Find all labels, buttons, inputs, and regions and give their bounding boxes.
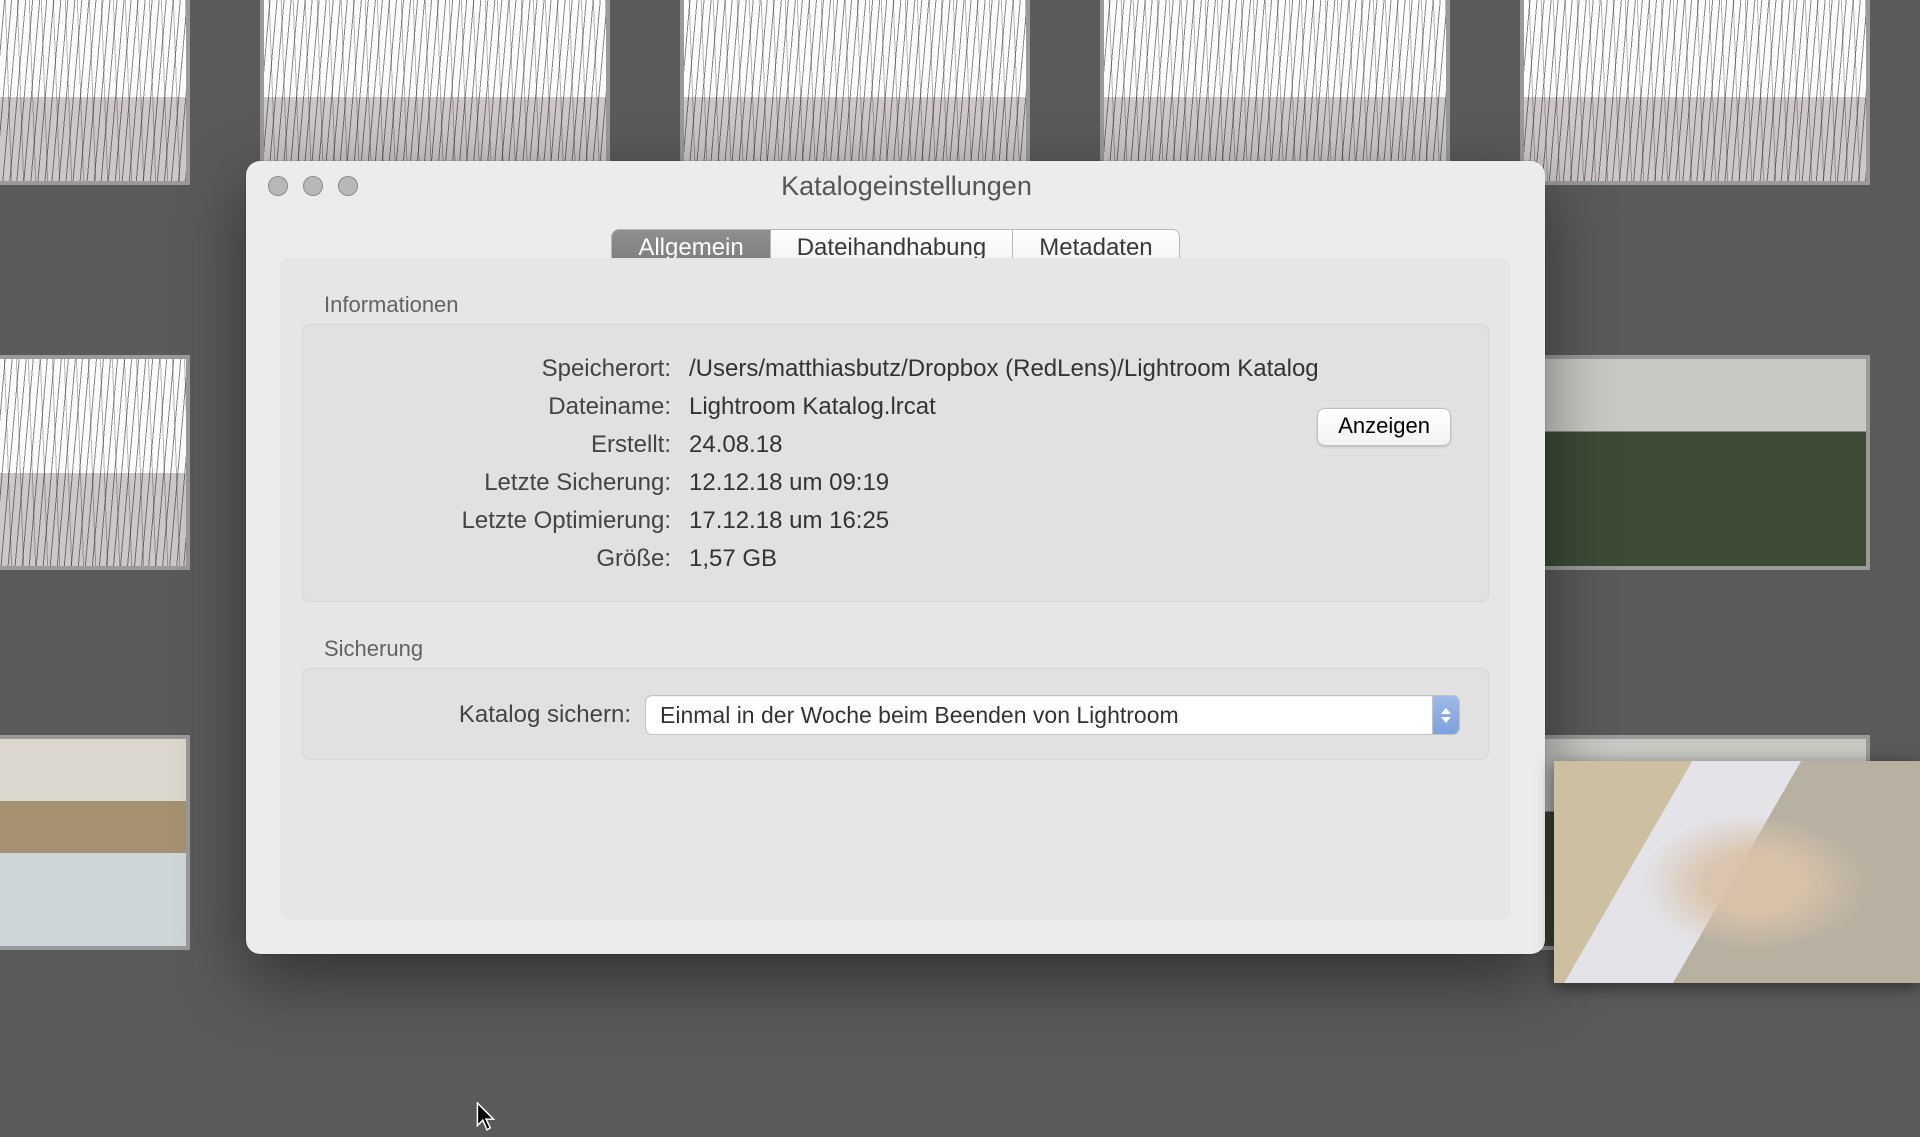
chevron-up-down-icon[interactable] [1432, 696, 1459, 734]
backup-frequency-value: Einmal in der Woche beim Beenden von Lig… [660, 702, 1432, 729]
size-value: 1,57 GB [689, 545, 777, 573]
last-optimize-value: 17.12.18 um 16:25 [689, 507, 889, 535]
settings-panel: Informationen Speicherort: /Users/matthi… [280, 258, 1511, 920]
backup-frequency-select[interactable]: Einmal in der Woche beim Beenden von Lig… [645, 695, 1460, 735]
last-optimize-label: Letzte Optimierung: [331, 507, 671, 535]
size-label: Größe: [331, 545, 671, 573]
show-button[interactable]: Anzeigen [1317, 408, 1451, 446]
thumbnail[interactable] [680, 0, 1030, 185]
thumbnail[interactable] [1520, 0, 1870, 185]
thumbnail[interactable] [1520, 355, 1870, 570]
filename-value: Lightroom Katalog.lrcat [689, 393, 936, 421]
webcam-overlay [1554, 761, 1920, 983]
location-value: /Users/matthiasbutz/Dropbox (RedLens)/Li… [689, 355, 1319, 383]
filename-label: Dateiname: [331, 393, 671, 421]
location-label: Speicherort: [331, 355, 671, 383]
section-title-backup: Sicherung [324, 636, 1489, 662]
thumbnail[interactable] [1100, 0, 1450, 185]
created-value: 24.08.18 [689, 431, 782, 459]
last-backup-value: 12.12.18 um 09:19 [689, 469, 889, 497]
titlebar: Katalogeinstellungen [246, 161, 1545, 211]
created-label: Erstellt: [331, 431, 671, 459]
backup-label: Katalog sichern: [331, 701, 645, 729]
window-title: Katalogeinstellungen [268, 171, 1545, 202]
thumbnail[interactable] [260, 0, 610, 185]
catalog-settings-dialog: Katalogeinstellungen Allgemein Dateihand… [246, 161, 1545, 954]
last-backup-label: Letzte Sicherung: [331, 469, 671, 497]
thumbnail[interactable] [0, 355, 190, 570]
cursor-icon [475, 1102, 497, 1132]
info-card: Speicherort: /Users/matthiasbutz/Dropbox… [302, 324, 1489, 602]
thumbnail[interactable] [0, 735, 190, 950]
backup-card: Katalog sichern: Einmal in der Woche bei… [302, 668, 1489, 760]
thumbnail[interactable] [0, 0, 190, 185]
section-title-info: Informationen [324, 292, 1489, 318]
